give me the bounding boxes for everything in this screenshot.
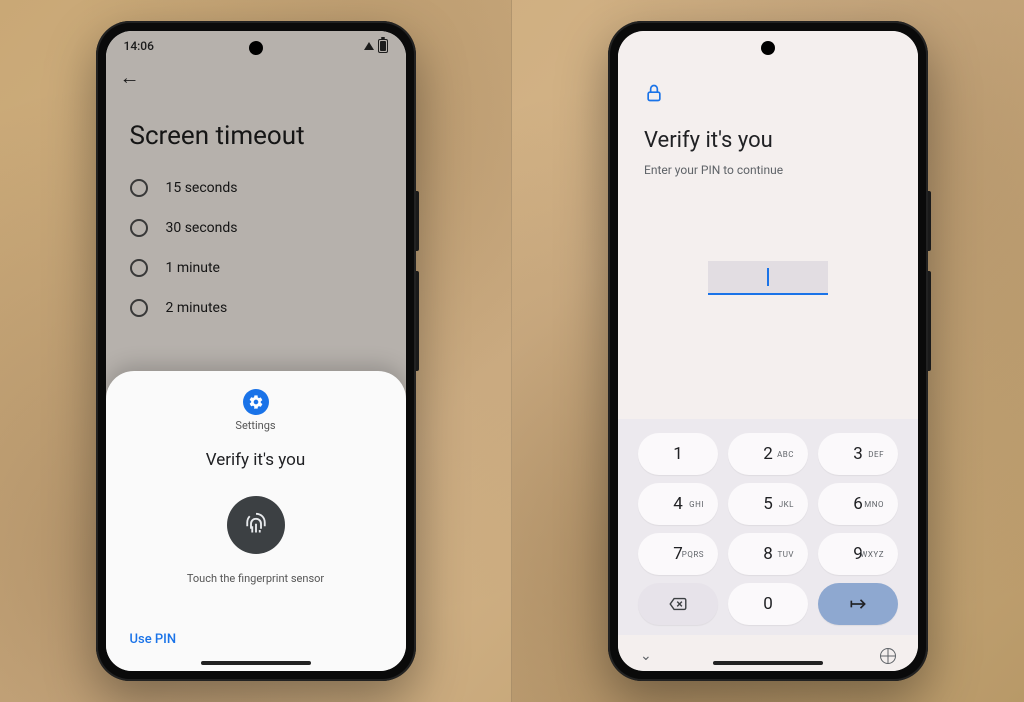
- keypad-2[interactable]: 2ABC: [728, 433, 808, 475]
- keypad-8[interactable]: 8TUV: [728, 533, 808, 575]
- fingerprint-icon: [241, 510, 271, 540]
- phone-device-right: Verify it's you Enter your PIN to contin…: [608, 21, 928, 681]
- option-label: 15 seconds: [166, 180, 238, 196]
- sheet-hint: Touch the fingerprint sensor: [187, 572, 324, 585]
- pin-input[interactable]: [708, 261, 828, 295]
- biometric-prompt-sheet: Settings Verify it's you Touch the finge…: [106, 371, 406, 671]
- keypad-backspace[interactable]: [638, 583, 718, 625]
- camera-punch-hole: [249, 41, 263, 55]
- text-cursor: [767, 268, 769, 286]
- keypad-4[interactable]: 4GHI: [638, 483, 718, 525]
- numeric-keypad: 1 2ABC 3DEF 4GHI 5JKL 6MNO 7PQRS 8TUV 9W…: [618, 419, 918, 635]
- keypad-0[interactable]: 0: [728, 583, 808, 625]
- option-label: 1 minute: [166, 260, 220, 276]
- timeout-option-30s[interactable]: 30 seconds: [130, 219, 382, 237]
- battery-icon: [378, 39, 388, 53]
- sheet-app-label: Settings: [235, 419, 275, 432]
- gesture-nav-bar[interactable]: [713, 661, 823, 665]
- lock-icon: [644, 81, 892, 110]
- enter-arrow-icon: [848, 597, 868, 611]
- status-time: 14:06: [124, 39, 154, 53]
- radio-icon: [130, 179, 148, 197]
- radio-icon: [130, 299, 148, 317]
- radio-icon: [130, 259, 148, 277]
- timeout-option-15s[interactable]: 15 seconds: [130, 179, 382, 197]
- option-label: 2 minutes: [166, 300, 228, 316]
- keypad-enter[interactable]: [818, 583, 898, 625]
- phone-device-left: 14:06 ← Screen timeout 15 seconds: [96, 21, 416, 681]
- keypad-1[interactable]: 1: [638, 433, 718, 475]
- gesture-nav-bar[interactable]: [201, 661, 311, 665]
- photo-left: 14:06 ← Screen timeout 15 seconds: [0, 0, 512, 702]
- keypad-6[interactable]: 6MNO: [818, 483, 898, 525]
- settings-gear-icon: [243, 389, 269, 415]
- backspace-icon: [668, 597, 688, 611]
- timeout-option-1m[interactable]: 1 minute: [130, 259, 382, 277]
- keypad-9[interactable]: 9WXYZ: [818, 533, 898, 575]
- back-arrow-icon[interactable]: ←: [120, 65, 140, 89]
- use-pin-button[interactable]: Use PIN: [126, 624, 181, 659]
- keypad-7[interactable]: 7PQRS: [638, 533, 718, 575]
- camera-punch-hole: [761, 41, 775, 55]
- sheet-title: Verify it's you: [206, 450, 306, 470]
- language-switch-icon[interactable]: [880, 648, 896, 664]
- fingerprint-button[interactable]: [227, 496, 285, 554]
- keypad-5[interactable]: 5JKL: [728, 483, 808, 525]
- option-label: 30 seconds: [166, 220, 238, 236]
- page-title: Screen timeout: [130, 121, 382, 151]
- radio-icon: [130, 219, 148, 237]
- collapse-keyboard-icon[interactable]: ⌄: [640, 648, 652, 664]
- keypad-3[interactable]: 3DEF: [818, 433, 898, 475]
- timeout-option-2m[interactable]: 2 minutes: [130, 299, 382, 317]
- wifi-icon: [364, 42, 374, 50]
- photo-right: Verify it's you Enter your PIN to contin…: [512, 0, 1024, 702]
- keyboard-bottom-bar: ⌄: [618, 641, 918, 671]
